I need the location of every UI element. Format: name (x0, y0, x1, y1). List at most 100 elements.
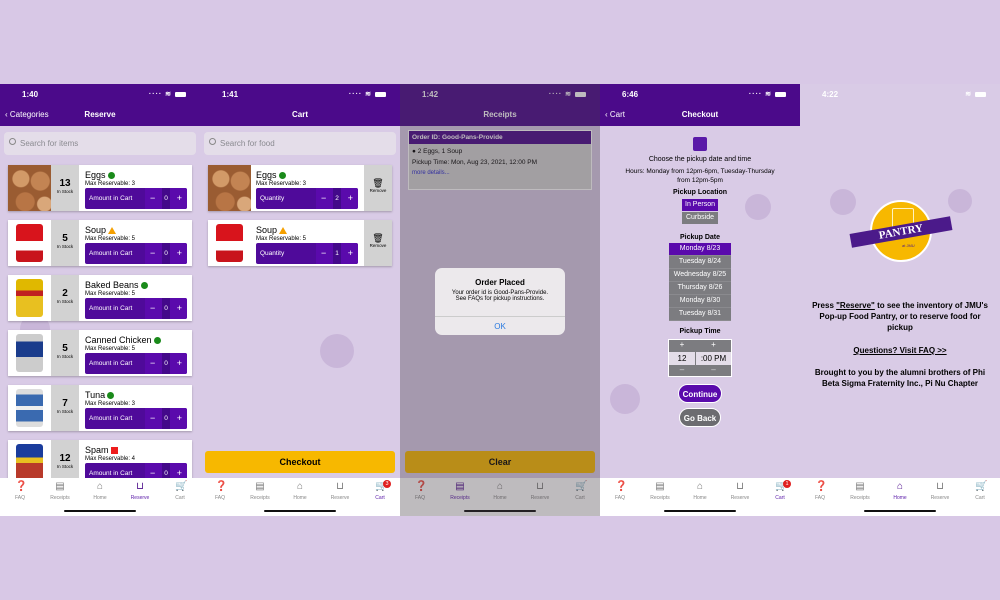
date-option[interactable]: Tuesday 8/31 (669, 308, 731, 321)
tab-reserve[interactable]: ⊔ Reserve (720, 481, 760, 502)
date-option[interactable]: Wednesday 8/25 (669, 269, 731, 282)
remove-button[interactable]: 🗑 Remove (364, 165, 392, 211)
tab-cart[interactable]: 🛒 Cart (960, 482, 1000, 502)
checkout-button[interactable]: Checkout (205, 451, 395, 473)
tab-receipts[interactable]: ▤ Receipts (840, 482, 880, 502)
increment-button[interactable]: + (177, 413, 182, 423)
reserve-link[interactable]: "Reserve" (836, 301, 875, 310)
date-option[interactable]: Tuesday 8/24 (669, 256, 731, 269)
tab-faq[interactable]: ❓ FAQ (600, 482, 640, 502)
tab-cart[interactable]: 🛒 Cart (160, 482, 200, 502)
decrement-button[interactable]: − (150, 193, 155, 203)
stock-count: 5 In Stock (51, 330, 79, 376)
remove-label: Remove (369, 188, 387, 193)
tab-receipts[interactable]: ▤ Receipts (640, 482, 680, 502)
low-stock-warning-icon (108, 227, 117, 235)
minute-value[interactable]: :00 PM (696, 352, 731, 365)
stock-count: 7 In Stock (51, 385, 79, 431)
alert-ok-button[interactable]: OK (435, 316, 565, 335)
decrement-button[interactable]: − (150, 358, 155, 368)
decrement-button[interactable]: − (321, 193, 326, 203)
available-status-icon (107, 392, 115, 400)
tab-reserve[interactable]: ⊔ Reserve (320, 482, 360, 502)
quantity-value: 1 (333, 243, 341, 264)
location-option-curbside[interactable]: Curbside (682, 212, 718, 224)
decrement-button[interactable]: − (150, 303, 155, 313)
go-back-button[interactable]: Go Back (679, 408, 721, 427)
home-indicator (864, 510, 936, 512)
basket-icon: ⊔ (736, 481, 744, 492)
tab-label: Cart (175, 495, 185, 501)
increment-button[interactable]: + (348, 193, 353, 203)
tuna-image (8, 385, 51, 431)
signal-wifi-battery-icon: ···· ≋ (749, 90, 786, 98)
tab-home[interactable]: ⌂ Home (80, 482, 120, 502)
search-input[interactable]: Search for food (204, 132, 396, 155)
tab-reserve[interactable]: ⊔ Reserve (920, 482, 960, 502)
tab-label: FAQ (14, 495, 25, 501)
status-bar: 4:22 ≋ (800, 84, 1000, 105)
decrement-button[interactable]: − (150, 413, 155, 423)
quantity-stepper[interactable]: Amount in Cart −0 + (85, 298, 187, 319)
quantity-stepper[interactable]: Amount in Cart −0 + (85, 243, 187, 264)
cart-badge: 3 (383, 480, 391, 488)
date-option[interactable]: Monday 8/30 (669, 295, 731, 308)
quantity-stepper[interactable]: Amount in Cart −0 + (85, 188, 187, 209)
tab-label: Reserve (930, 495, 950, 501)
increment-button[interactable]: + (177, 193, 182, 203)
faq-link[interactable]: Questions? Visit FAQ >> (853, 346, 946, 355)
hour-value[interactable]: 12 (669, 352, 695, 365)
tab-cart[interactable]: 🛒 Cart 1 (760, 480, 800, 501)
pickup-time-label: Pickup Time (679, 328, 721, 335)
increment-button[interactable]: + (177, 358, 182, 368)
continue-button[interactable]: Continue (678, 384, 722, 403)
increment-button[interactable]: + (177, 248, 182, 258)
tab-receipts[interactable]: ▤ Receipts (240, 481, 280, 502)
increment-button[interactable]: + (177, 303, 182, 313)
tab-faq[interactable]: ❓ FAQ (200, 481, 240, 502)
quantity-stepper[interactable]: Amount in Cart −0 + (85, 408, 187, 429)
soup-image (8, 220, 51, 266)
quantity-stepper[interactable]: Quantity −2 + (256, 188, 358, 209)
tab-home[interactable]: ⌂ Home (680, 482, 720, 502)
hour-decrement[interactable]: – (669, 365, 695, 377)
tab-home[interactable]: ⌂ Home (880, 482, 920, 502)
remove-button[interactable]: 🗑 Remove (364, 220, 392, 266)
question-icon: ❓ (215, 481, 228, 492)
in-stock-label: In Stock (56, 299, 74, 304)
tab-label: Receipts (50, 495, 70, 501)
home-icon: ⌂ (296, 481, 304, 492)
increment-button[interactable]: + (348, 248, 353, 258)
decrement-button[interactable]: − (150, 248, 155, 258)
tab-label: Reserve (730, 495, 750, 501)
tab-label: Receipts (650, 495, 670, 501)
tab-receipts[interactable]: ▤ Receipts (40, 482, 80, 502)
receipt-icon: ▤ (255, 481, 265, 492)
quantity-stepper[interactable]: Amount in Cart −0 + (85, 353, 187, 374)
decrement-button[interactable]: − (321, 248, 326, 258)
item-name-row: Tuna (85, 390, 115, 400)
max-reservable: Max Reservable: 3 (85, 181, 136, 187)
tab-cart[interactable]: 🛒 Cart 3 (360, 480, 400, 501)
location-option-in-person[interactable]: In Person (682, 199, 718, 211)
receipts-screen: 1:42 ···· ≋ Receipts Order ID: Good-Pans-… (400, 84, 600, 516)
minute-decrement[interactable]: – (696, 365, 731, 377)
time-picker[interactable]: + + 12 :00 PM – – (668, 339, 732, 377)
minute-increment[interactable]: + (696, 340, 731, 352)
tab-label: Cart (975, 495, 985, 501)
tab-reserve[interactable]: ⊔ Reserve (120, 482, 160, 502)
quantity-stepper[interactable]: Quantity −1 + (256, 243, 358, 264)
stock-count: 13 In Stock (51, 165, 79, 211)
tab-faq[interactable]: ❓ FAQ (0, 482, 40, 502)
date-option[interactable]: Monday 8/23 (669, 243, 731, 256)
date-option[interactable]: Thursday 8/26 (669, 282, 731, 295)
cart-screen: 1:41 ···· ≋ Cart Search for food Eggs Max … (200, 84, 400, 516)
increment-button[interactable]: + (177, 468, 182, 478)
search-input[interactable]: Search for items (4, 132, 196, 155)
alert-title: Order Placed (475, 278, 525, 287)
tab-faq[interactable]: ❓ FAQ (800, 482, 840, 502)
stock-number: 7 (62, 398, 68, 409)
tab-home[interactable]: ⌂ Home (280, 481, 320, 502)
decrement-button[interactable]: − (150, 468, 155, 478)
hour-increment[interactable]: + (669, 340, 695, 352)
